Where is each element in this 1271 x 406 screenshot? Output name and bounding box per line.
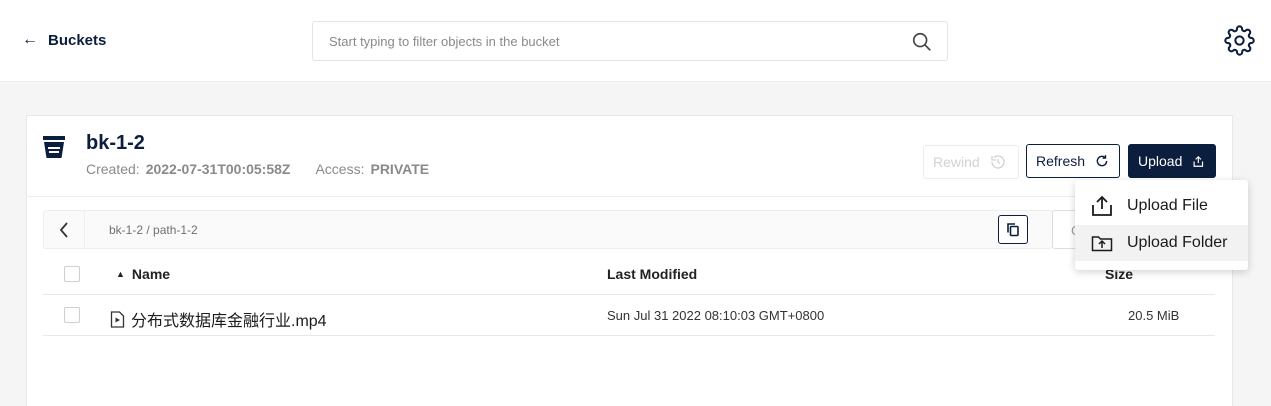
- breadcrumb-path: bk-1-2 / path-1-2: [109, 223, 198, 237]
- access-value: PRIVATE: [370, 161, 430, 177]
- video-file-icon: [110, 310, 125, 328]
- top-bar: ← Buckets: [0, 0, 1271, 82]
- file-last-modified: Sun Jul 31 2022 08:10:03 GMT+0800: [607, 308, 825, 323]
- select-all-checkbox[interactable]: [64, 266, 80, 282]
- rewind-button[interactable]: Rewind: [923, 145, 1019, 179]
- name-column-header[interactable]: ▲ Name: [116, 266, 170, 282]
- bucket-meta: Created: 2022-07-31T00:05:58Z Access: PR…: [86, 161, 429, 177]
- name-header-label: Name: [131, 266, 171, 282]
- search-input[interactable]: [329, 31, 889, 51]
- upload-label: Upload: [1138, 153, 1183, 169]
- upload-button[interactable]: Upload: [1128, 144, 1216, 178]
- history-icon: [991, 155, 1005, 169]
- refresh-label: Refresh: [1036, 153, 1086, 169]
- upload-dropdown-menu: Upload File Upload Folder: [1075, 180, 1248, 270]
- refresh-icon: [1096, 155, 1108, 167]
- back-to-buckets-link[interactable]: ← Buckets: [22, 31, 106, 49]
- refresh-button[interactable]: Refresh: [1026, 144, 1120, 178]
- row-checkbox[interactable]: [64, 307, 80, 323]
- upload-file-menu-item[interactable]: Upload File: [1075, 188, 1248, 224]
- chevron-left-icon: [59, 221, 68, 238]
- file-size: 20.5 MiB: [1128, 308, 1180, 323]
- header-divider: [27, 196, 1232, 197]
- sort-ascending-icon: ▲: [116, 269, 125, 279]
- access-label: Access:: [315, 161, 365, 177]
- file-name: 分布式数据库金融行业.mp4: [131, 313, 327, 330]
- copy-icon: [1007, 223, 1019, 237]
- arrow-left-icon: ←: [22, 31, 38, 48]
- created-label: Created:: [86, 161, 140, 177]
- copy-path-button[interactable]: [998, 215, 1028, 244]
- last-modified-column-header[interactable]: Last Modified: [607, 266, 697, 282]
- upload-file-label: Upload File: [1127, 197, 1208, 214]
- breadcrumb-bar: bk-1-2 / path-1-2: [43, 210, 1053, 249]
- breadcrumb-back-button[interactable]: [44, 211, 85, 248]
- upload-file-icon: [1092, 196, 1112, 216]
- bucket-name: bk-1-2: [86, 132, 145, 154]
- settings-gear-icon[interactable]: [1224, 25, 1255, 56]
- back-label: Buckets: [48, 31, 107, 49]
- row-divider-line: [43, 335, 1215, 336]
- upload-folder-label: Upload Folder: [1127, 234, 1228, 251]
- header-divider-line: [43, 294, 1215, 295]
- search-box: [312, 21, 948, 61]
- bucket-panel: bk-1-2 Created: 2022-07-31T00:05:58Z Acc…: [26, 115, 1233, 406]
- created-value: 2022-07-31T00:05:58Z: [145, 161, 291, 177]
- upload-icon: [1193, 155, 1204, 167]
- bucket-icon: [43, 136, 65, 158]
- rewind-label: Rewind: [933, 154, 980, 170]
- table-row-name-cell[interactable]: 分布式数据库金融行业.mp4: [110, 307, 327, 331]
- upload-folder-icon: [1091, 236, 1113, 252]
- upload-folder-menu-item[interactable]: Upload Folder: [1075, 225, 1248, 261]
- search-icon[interactable]: [911, 31, 933, 53]
